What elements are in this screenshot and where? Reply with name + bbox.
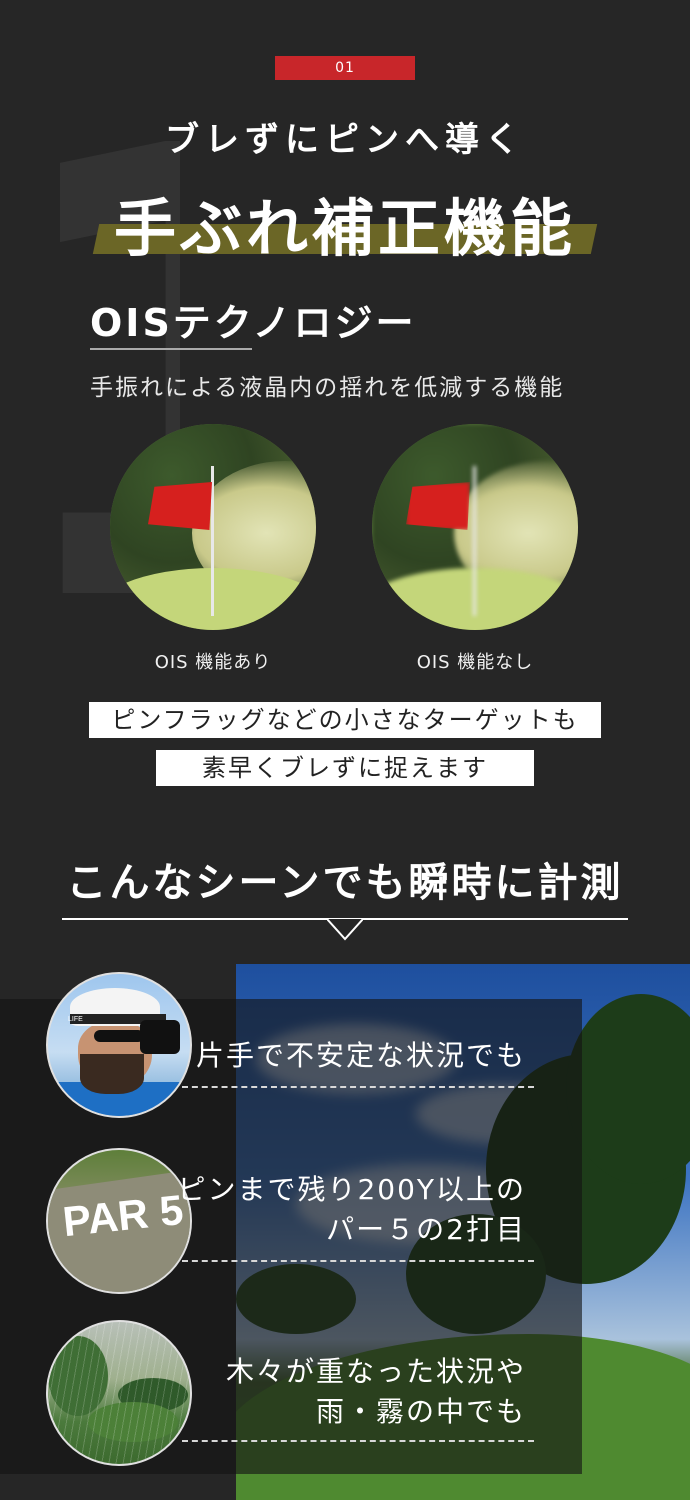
scene-2-dashed-line <box>182 1260 534 1262</box>
pin-flag <box>406 482 470 530</box>
technology-underline <box>90 348 252 350</box>
technology-name: OISテクノロジー <box>90 301 417 345</box>
lens-label-without-ois: OIS 機能なし <box>416 652 534 673</box>
lens-view-without-ois <box>372 424 578 630</box>
par-5-sign-image: PAR 5 <box>46 1148 192 1294</box>
cap-logo-text: LIFE <box>68 1016 83 1023</box>
section-title: 手ぶれ補正機能 <box>113 192 576 265</box>
chevron-down-icon <box>327 919 363 941</box>
pin-flag <box>148 482 212 530</box>
scene-1-text: 片手で不安定な状況でも <box>195 1039 526 1072</box>
scene-2-text: ピンまで残り200Y以上の パー５の2打目 <box>177 1173 526 1246</box>
trees-in-rain-image <box>46 1320 192 1466</box>
scene-1-dashed-line <box>182 1086 534 1088</box>
lens-label-with-ois: OIS 機能あり <box>154 652 272 673</box>
technology-description: 手振れによる液晶内の揺れを低減する機能 <box>90 375 565 401</box>
golfer-with-rangefinder-image: LIFE <box>46 972 192 1118</box>
scene-3-dashed-line <box>182 1440 534 1442</box>
lens-view-with-ois <box>110 424 316 630</box>
callout-line-2: 素早くブレずに捉えます <box>156 750 534 786</box>
callout-line-1: ピンフラッグなどの小さなターゲットも <box>89 702 601 738</box>
flag-pole <box>473 466 476 616</box>
section-number-badge: 01 <box>275 56 415 80</box>
scene-3-text: 木々が重なった状況や 雨・霧の中でも <box>225 1355 526 1428</box>
section-subtitle: ブレずにピンへ導く <box>165 120 525 160</box>
scenes-heading: こんなシーンでも瞬時に計測 <box>66 860 624 906</box>
